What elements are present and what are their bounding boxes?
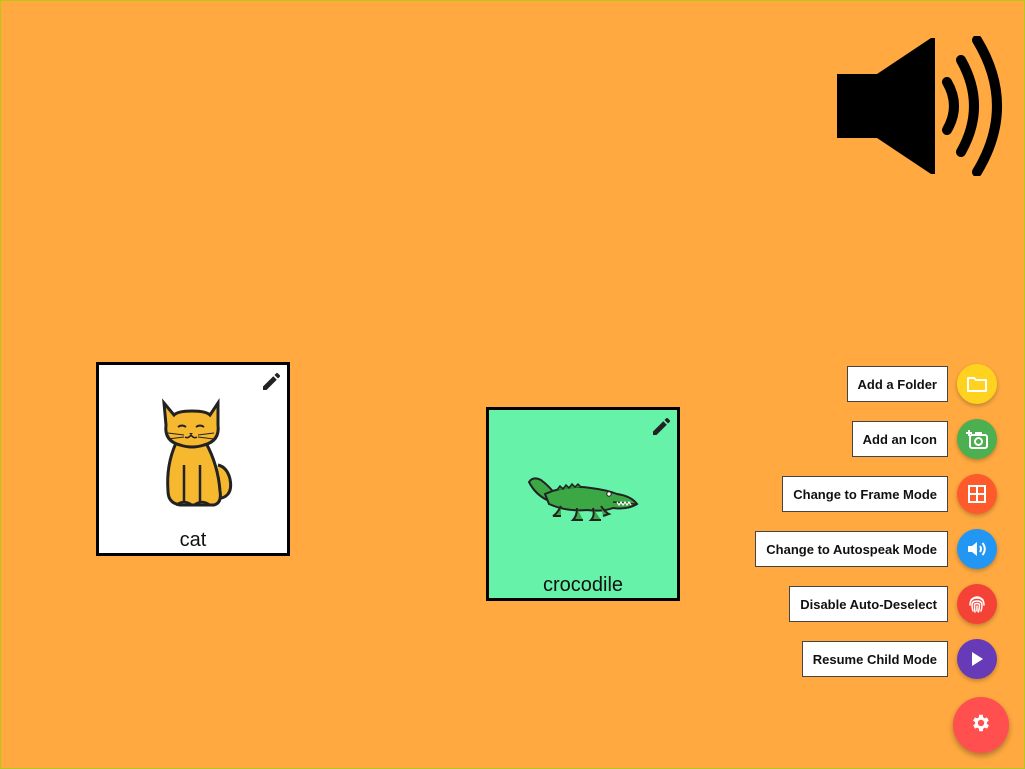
card-cat[interactable]: cat [96, 362, 290, 556]
settings-fab-button[interactable] [953, 697, 1009, 753]
card-label: crocodile [542, 574, 624, 596]
frame-mode-label[interactable]: Change to Frame Mode [782, 476, 948, 512]
menu-item-add-folder[interactable]: Add a Folder [846, 364, 997, 404]
volume-icon[interactable] [957, 529, 997, 569]
gear-icon [970, 712, 992, 739]
card-label: cat [179, 529, 207, 551]
pencil-icon[interactable] [650, 416, 672, 438]
play-icon[interactable] [957, 639, 997, 679]
volume-up-icon[interactable] [835, 35, 1013, 177]
menu-item-resume-child-mode[interactable]: Resume Child Mode [801, 639, 997, 679]
menu-item-autospeak-mode[interactable]: Change to Autospeak Mode [755, 529, 997, 569]
crocodile-icon [489, 472, 677, 524]
grid-icon[interactable] [957, 474, 997, 514]
card-crocodile[interactable]: crocodile [486, 407, 680, 601]
pencil-icon[interactable] [260, 371, 282, 393]
add-icon-label[interactable]: Add an Icon [851, 421, 948, 457]
add-photo-icon[interactable] [957, 419, 997, 459]
fingerprint-icon[interactable] [957, 584, 997, 624]
auto-deselect-label[interactable]: Disable Auto-Deselect [789, 586, 948, 622]
autospeak-mode-label[interactable]: Change to Autospeak Mode [755, 531, 948, 567]
folder-icon[interactable] [957, 364, 997, 404]
resume-child-mode-label[interactable]: Resume Child Mode [801, 641, 948, 677]
menu-item-auto-deselect[interactable]: Disable Auto-Deselect [789, 584, 997, 624]
menu-item-add-icon[interactable]: Add an Icon [851, 419, 997, 459]
menu-item-frame-mode[interactable]: Change to Frame Mode [782, 474, 997, 514]
add-folder-label[interactable]: Add a Folder [846, 366, 948, 402]
cat-icon [99, 395, 287, 513]
